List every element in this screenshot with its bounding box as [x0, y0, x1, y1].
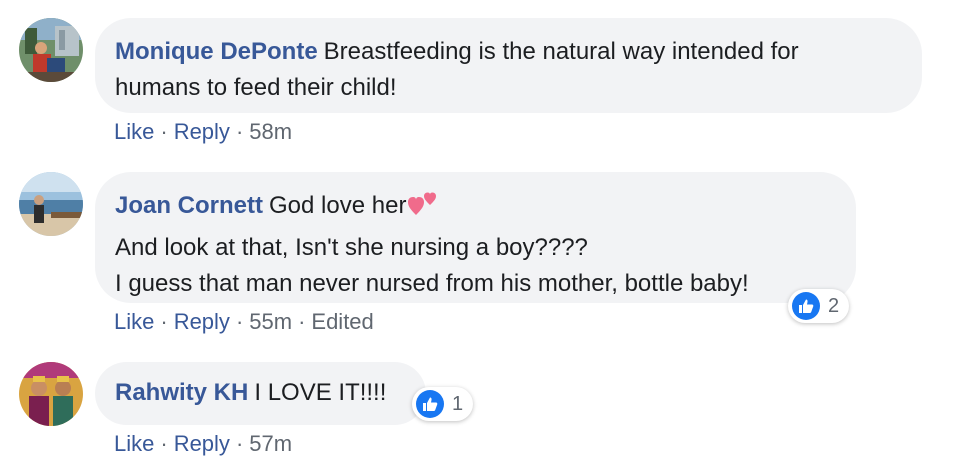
two-hearts-icon: [408, 189, 440, 230]
separator-dot: ·: [160, 431, 168, 456]
comment-author[interactable]: Joan Cornett: [115, 192, 263, 219]
comment-text: Breastfeeding is the natural way intende…: [323, 38, 799, 65]
separator-dot: ·: [160, 309, 168, 334]
comment-actions: Like · Reply · 58m: [114, 119, 292, 145]
avatar[interactable]: [19, 18, 83, 82]
avatar[interactable]: [19, 362, 83, 426]
reply-link[interactable]: Reply: [174, 431, 230, 456]
comment-text-line: And look at that, Isn't she nursing a bo…: [115, 234, 588, 261]
comment-bubble: Joan Cornett God love her And look at tha…: [95, 172, 856, 303]
separator-dot: ·: [298, 309, 306, 334]
comment-text: God love her: [269, 192, 407, 219]
comment-text-line: Joan Cornett God love her: [115, 188, 836, 230]
comment-text-line: Rahwity KH I LOVE IT!!!!: [115, 377, 406, 409]
comment-text-line: humans to feed their child!: [115, 74, 397, 101]
like-reaction-icon: [792, 292, 820, 320]
separator-dot: ·: [235, 119, 244, 144]
comment-text: I LOVE IT!!!!: [254, 379, 387, 406]
comment-author[interactable]: Rahwity KH: [115, 379, 248, 406]
comment-actions: Like · Reply · 55m · Edited: [114, 309, 374, 335]
like-reaction-icon: [416, 390, 444, 418]
comment-actions: Like · Reply · 57m: [114, 431, 292, 457]
comment-text-line: Monique DePonte Breastfeeding is the natu…: [115, 34, 902, 70]
reply-link[interactable]: Reply: [174, 309, 230, 334]
like-link[interactable]: Like: [114, 309, 154, 334]
comment-timestamp[interactable]: 57m: [249, 431, 292, 456]
comment-author[interactable]: Monique DePonte: [115, 38, 318, 65]
separator-dot: ·: [235, 309, 244, 334]
like-link[interactable]: Like: [114, 431, 154, 456]
comment-bubble: Rahwity KH I LOVE IT!!!!: [95, 362, 426, 425]
reply-link[interactable]: Reply: [174, 119, 230, 144]
edited-label[interactable]: Edited: [311, 309, 373, 334]
reaction-count: 1: [452, 392, 464, 415]
separator-dot: ·: [160, 119, 168, 144]
comment-timestamp[interactable]: 55m: [249, 309, 292, 334]
like-link[interactable]: Like: [114, 119, 154, 144]
comment-bubble: Monique DePonte Breastfeeding is the natu…: [95, 18, 922, 113]
separator-dot: ·: [235, 431, 244, 456]
reaction-count: 2: [828, 294, 840, 317]
comment-timestamp[interactable]: 58m: [249, 119, 292, 144]
comment-text-line: I guess that man never nursed from his m…: [115, 270, 749, 297]
avatar[interactable]: [19, 172, 83, 236]
reaction-count-pill[interactable]: 2: [788, 289, 850, 323]
reaction-count-pill[interactable]: 1: [412, 387, 474, 421]
